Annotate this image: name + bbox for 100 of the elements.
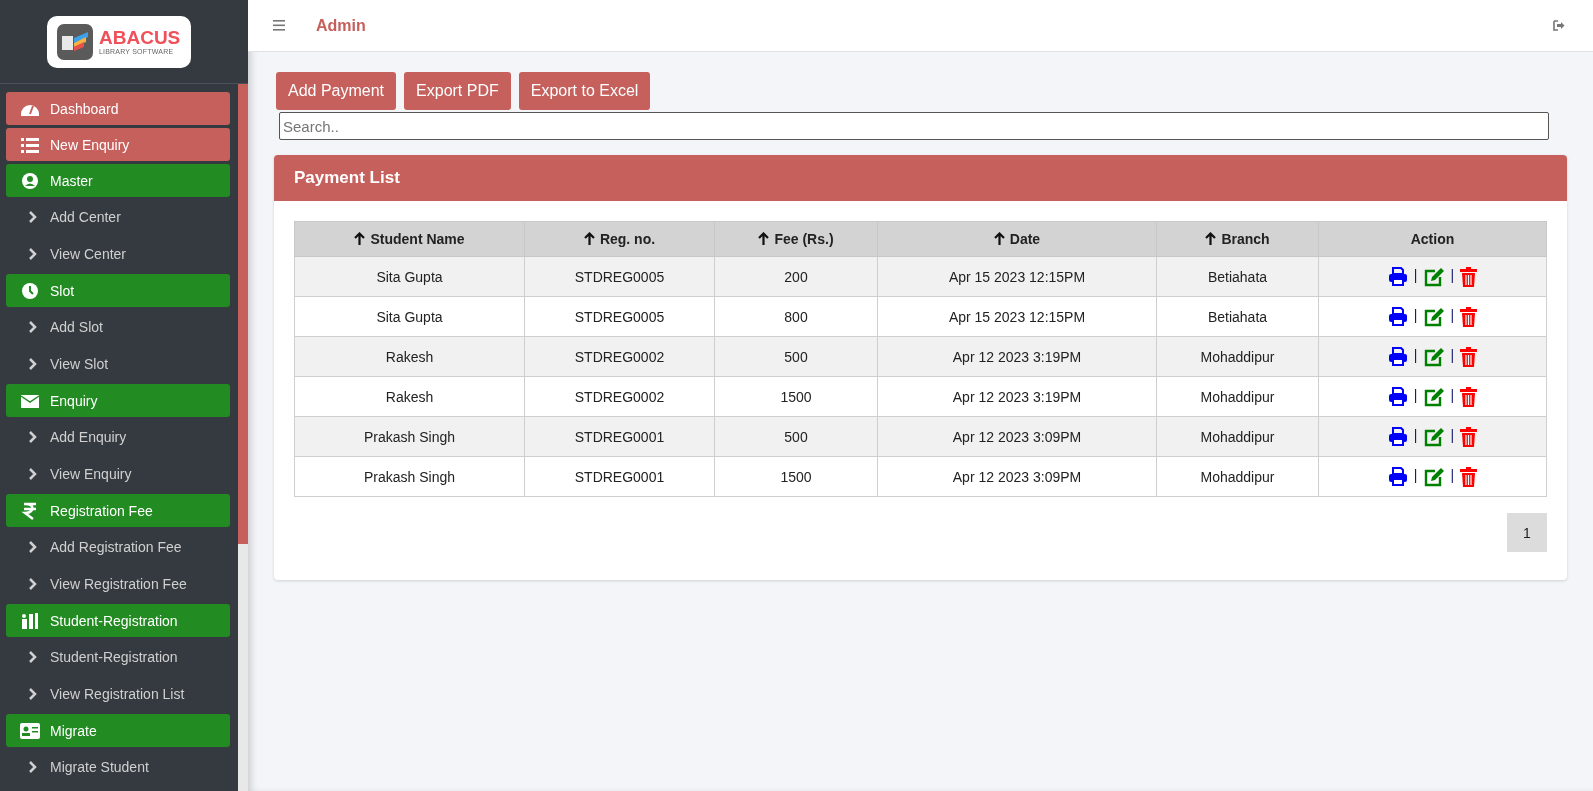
print-icon[interactable]	[1387, 387, 1408, 406]
sidebar-section-item[interactable]: Master	[6, 164, 230, 197]
table-cell: Mohaddipur	[1156, 456, 1319, 497]
chevron-right-icon	[28, 321, 37, 333]
edit-icon[interactable]	[1423, 306, 1445, 327]
list-icon	[20, 135, 40, 154]
table-cell: Apr 12 2023 3:09PM	[877, 456, 1157, 497]
trash-icon[interactable]	[1460, 386, 1478, 407]
chevron-right-icon	[28, 431, 37, 443]
sidebar-link[interactable]: View Slot	[6, 347, 230, 381]
print-icon[interactable]	[1387, 467, 1408, 486]
trash-icon[interactable]	[1460, 466, 1478, 487]
column-header[interactable]: Reg. no.	[524, 221, 715, 257]
sidebar-link[interactable]: View Center	[6, 237, 230, 271]
logo-name: ABACUS	[99, 28, 181, 48]
sidebar-section-item[interactable]: New Enquiry	[6, 128, 230, 161]
book-logo-icon	[57, 23, 93, 60]
column-header[interactable]: Student Name	[294, 221, 525, 257]
table-cell: Sita Gupta	[294, 296, 525, 337]
table-cell: Mohaddipur	[1156, 336, 1319, 377]
scrollbar[interactable]	[238, 84, 248, 791]
table-cell: Sita Gupta	[294, 256, 525, 297]
trash-icon[interactable]	[1460, 306, 1478, 327]
trash-icon[interactable]	[1460, 266, 1478, 287]
table-cell: Apr 12 2023 3:09PM	[877, 416, 1157, 457]
clock-icon	[20, 281, 40, 300]
sidebar-link[interactable]: Add Slot	[6, 310, 230, 344]
sidebar-section-item[interactable]: Dashboard	[6, 92, 230, 125]
sidebar-link[interactable]: View Registration List	[6, 677, 230, 711]
arrow-up-icon	[354, 232, 366, 245]
separator-text: |	[1450, 347, 1455, 364]
edit-icon[interactable]	[1423, 386, 1445, 407]
table-cell: 500	[714, 416, 878, 457]
separator-text: |	[1413, 427, 1418, 444]
chevron-right-icon	[28, 688, 37, 700]
table-cell: Apr 12 2023 3:19PM	[877, 376, 1157, 417]
column-header[interactable]: Fee (Rs.)	[714, 221, 878, 257]
column-header: Action	[1318, 221, 1547, 257]
table-cell: 1500	[714, 376, 878, 417]
sidebar-section-item[interactable]: Student-Registration	[6, 604, 230, 637]
edit-icon[interactable]	[1423, 466, 1445, 487]
print-icon[interactable]	[1387, 427, 1408, 446]
separator-text: |	[1413, 267, 1418, 284]
action-button[interactable]: Export to Excel	[518, 72, 651, 110]
chevron-right-icon	[28, 651, 37, 663]
action-button[interactable]: Export PDF	[404, 72, 511, 110]
sidebar-section-item[interactable]: Migrate	[6, 714, 230, 747]
table-cell: STDREG0002	[524, 376, 715, 417]
table-cell: Betiahata	[1156, 256, 1319, 297]
arrow-up-icon	[1205, 232, 1217, 245]
separator-text: |	[1413, 347, 1418, 364]
chevron-right-icon	[28, 761, 37, 773]
card-icon	[20, 721, 40, 740]
sidebar-section-item[interactable]: Enquiry	[6, 384, 230, 417]
action-button[interactable]: Add Payment	[276, 72, 397, 110]
table-cell: Prakash Singh	[294, 416, 525, 457]
separator-text: |	[1450, 387, 1455, 404]
sidebar-link[interactable]: View Enquiry	[6, 457, 230, 491]
print-icon[interactable]	[1387, 307, 1408, 326]
sidebar-link[interactable]: View Registration Fee	[6, 567, 230, 601]
arrow-up-icon	[758, 232, 770, 245]
chevron-right-icon	[28, 541, 37, 553]
edit-icon[interactable]	[1423, 426, 1445, 447]
search-field[interactable]: Search..	[279, 112, 1549, 140]
table-cell: STDREG0005	[524, 296, 715, 337]
table-cell: Apr 15 2023 12:15PM	[877, 256, 1157, 297]
sidebar-link[interactable]: Add Enquiry	[6, 420, 230, 454]
sidebar-link[interactable]: Migrate Student	[6, 750, 230, 784]
sidebar-link[interactable]: Add Center	[6, 200, 230, 234]
chevron-right-icon	[28, 358, 37, 370]
user-icon	[20, 171, 40, 190]
sidebar-section-item[interactable]: Registration Fee	[6, 494, 230, 527]
separator-text: |	[1450, 267, 1455, 284]
table-cell: Rakesh	[294, 336, 525, 377]
edit-icon[interactable]	[1423, 266, 1445, 287]
table-cell: STDREG0001	[524, 416, 715, 457]
sidebar-section-item[interactable]: Slot	[6, 274, 230, 307]
edit-icon[interactable]	[1423, 346, 1445, 367]
sidebar-link[interactable]: Student-Registration	[6, 640, 230, 674]
column-header[interactable]: Branch	[1156, 221, 1319, 257]
table-cell: 500	[714, 336, 878, 377]
page-button[interactable]: 1	[1507, 513, 1547, 552]
separator-text: |	[1413, 307, 1418, 324]
arrow-up-icon	[993, 232, 1005, 245]
table-cell: Apr 15 2023 12:15PM	[877, 296, 1157, 337]
column-header[interactable]: Date	[877, 221, 1157, 257]
logout-icon[interactable]	[1553, 20, 1565, 31]
table-cell: Mohaddipur	[1156, 376, 1319, 417]
menu-icon[interactable]	[273, 20, 285, 31]
sidebar-link[interactable]: Add Registration Fee	[6, 530, 230, 564]
page-title: Admin	[316, 16, 366, 35]
table-cell: STDREG0002	[524, 336, 715, 377]
print-icon[interactable]	[1387, 267, 1408, 286]
trash-icon[interactable]	[1460, 426, 1478, 447]
trash-icon[interactable]	[1460, 346, 1478, 367]
chevron-right-icon	[28, 468, 37, 480]
chevron-right-icon	[28, 248, 37, 260]
separator-text: |	[1450, 467, 1455, 484]
table-cell: Rakesh	[294, 376, 525, 417]
print-icon[interactable]	[1387, 347, 1408, 366]
